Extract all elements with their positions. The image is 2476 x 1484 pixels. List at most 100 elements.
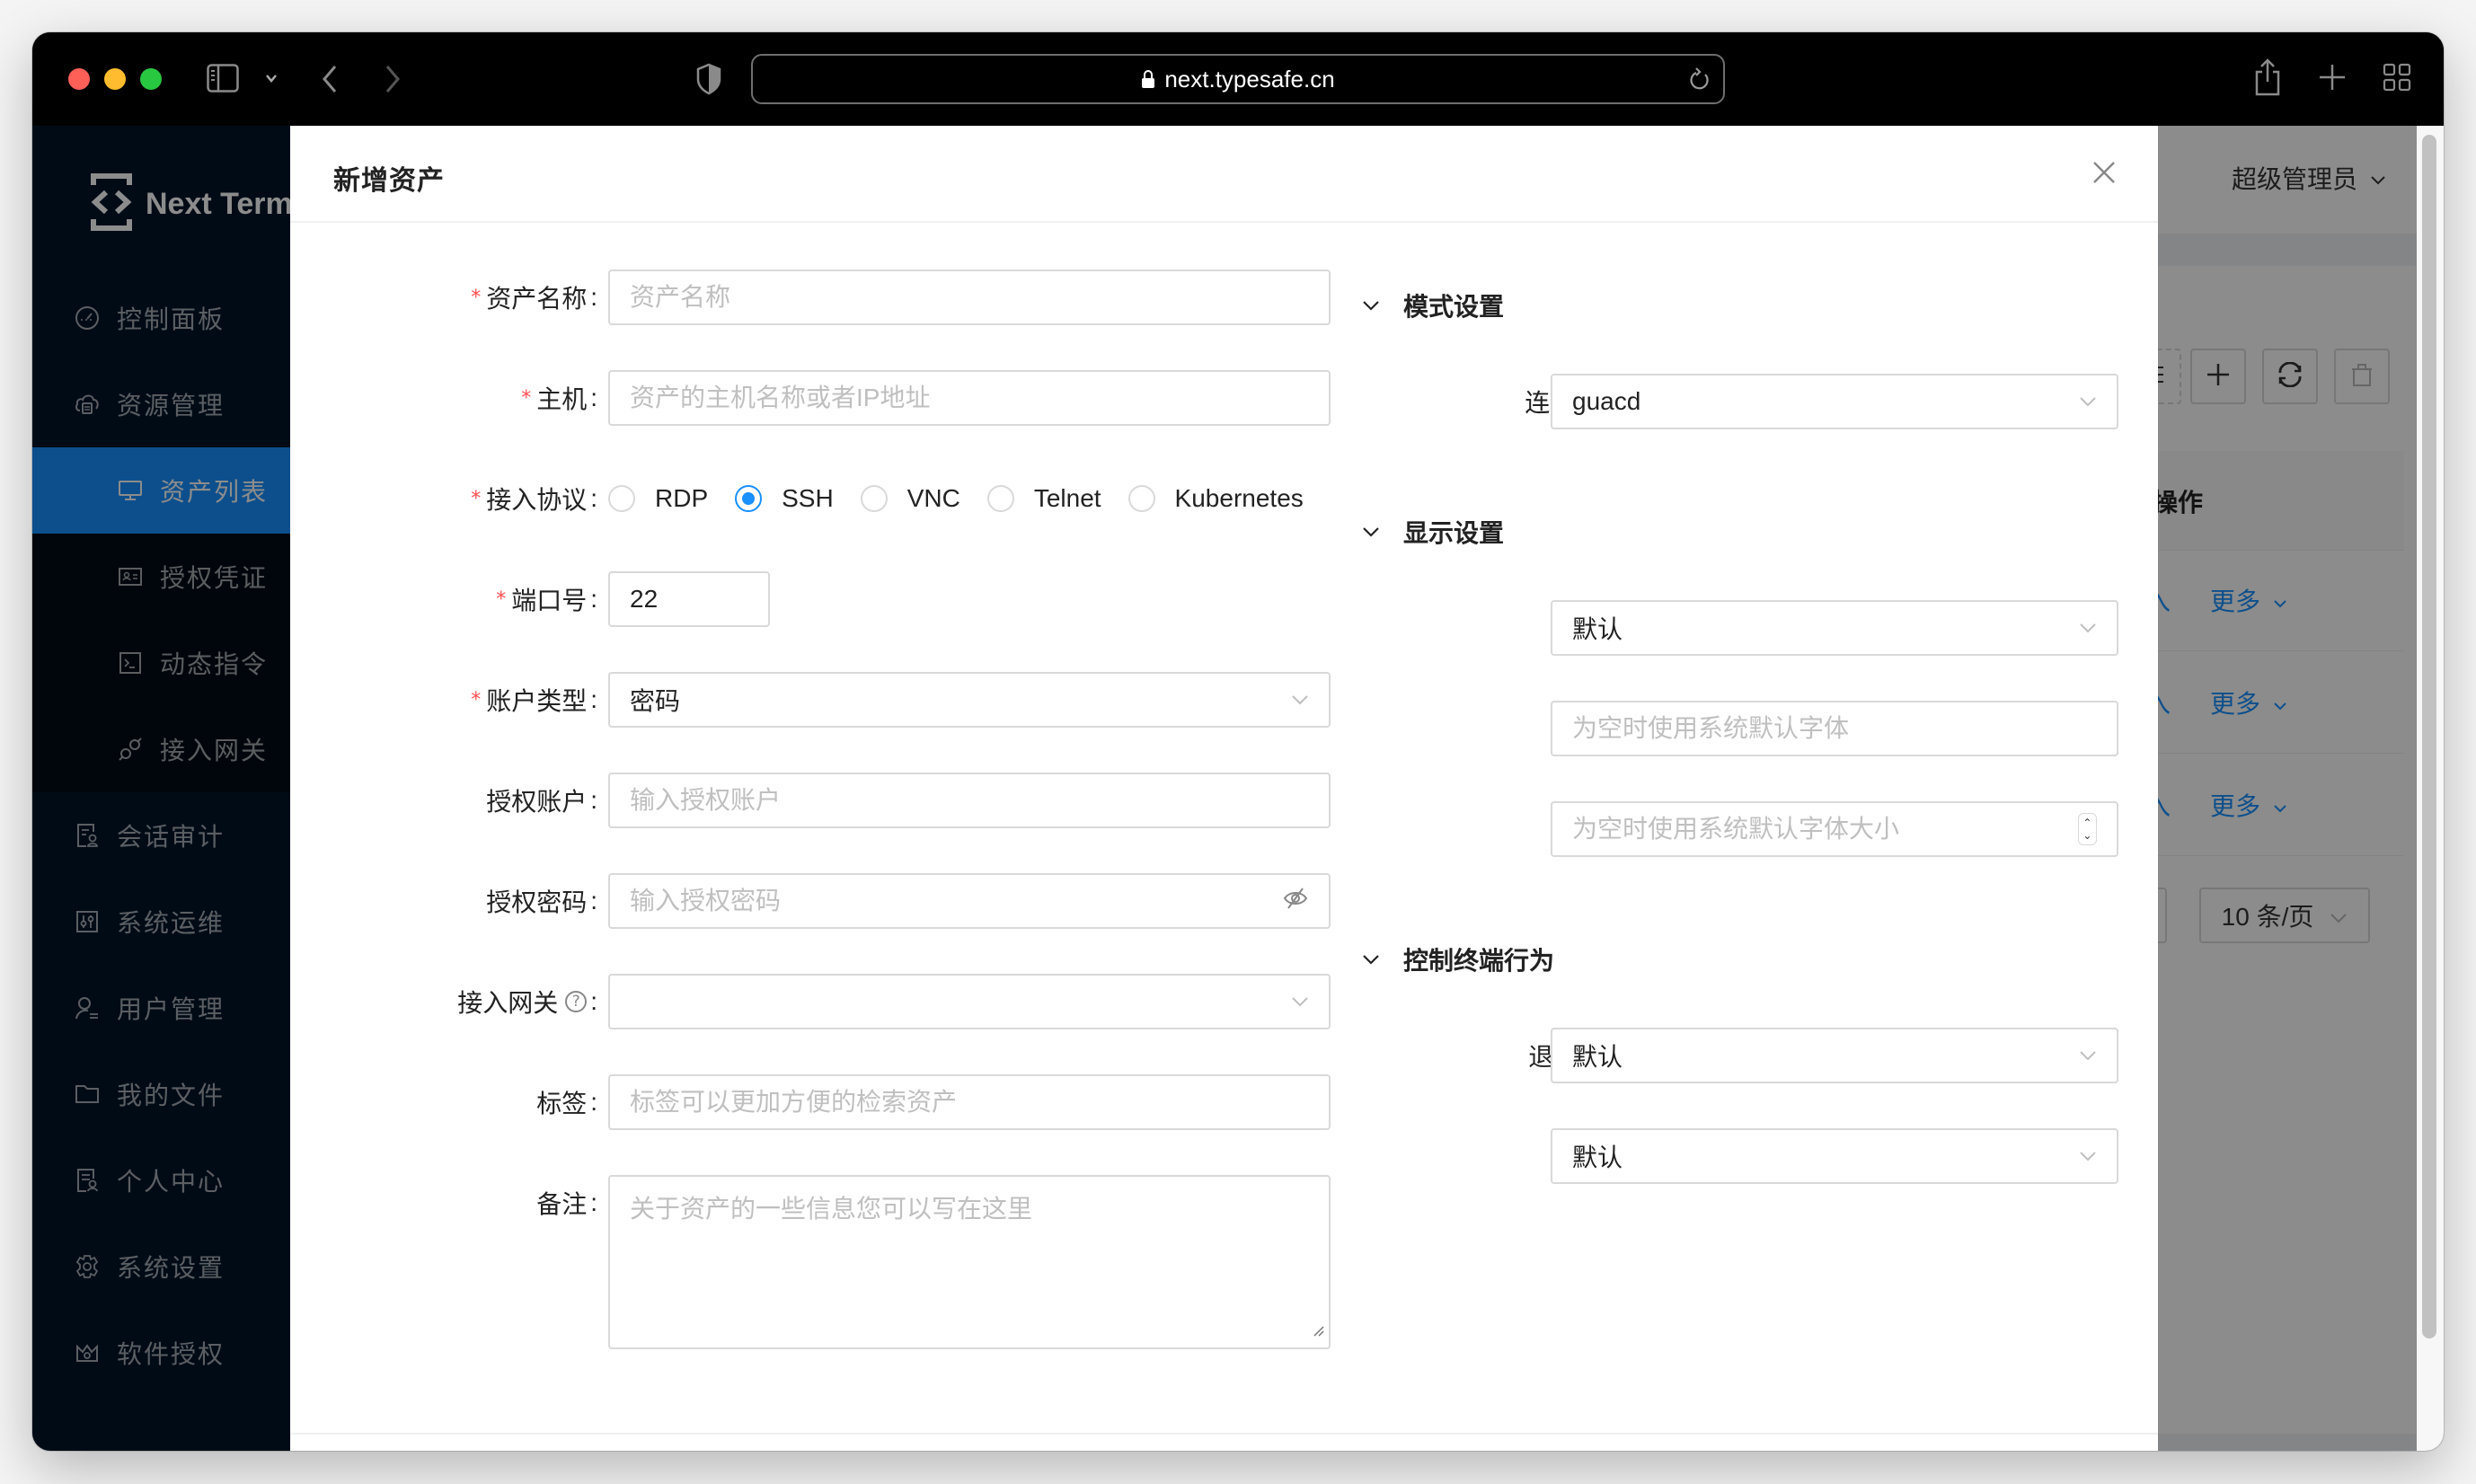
page-scrollbar-thumb[interactable] (2422, 135, 2436, 1338)
account-type-value: 密码 (630, 687, 681, 715)
radio-button[interactable] (986, 485, 1014, 512)
radio-rdp[interactable]: RDP (608, 484, 708, 513)
stepper-down-icon[interactable]: ⌄ (2082, 829, 2091, 842)
host-input[interactable] (608, 370, 1331, 426)
chevron-down-icon (2079, 1050, 2097, 1061)
label-text: 账户类型 (486, 687, 588, 715)
color-scheme-select[interactable]: 默认 (1551, 600, 2118, 656)
close-window-button[interactable] (68, 68, 90, 90)
gateway-label: 接入网关?: (290, 974, 597, 1029)
forward-icon[interactable] (379, 61, 406, 97)
minimize-window-button[interactable] (104, 68, 126, 90)
section-display-settings[interactable]: 显示设置 (1362, 514, 1504, 550)
connect-mode-value: guacd (1572, 387, 1641, 415)
radio-kubernetes[interactable]: Kubernetes (1127, 484, 1304, 513)
label-text: 主机 (536, 385, 588, 413)
back-icon[interactable] (316, 61, 343, 97)
label-text: 标签 (536, 1090, 588, 1117)
port-input[interactable] (608, 571, 770, 627)
chevron-down-icon (2079, 396, 2097, 407)
sidebar-toggle-icon[interactable] (207, 63, 239, 93)
port-field[interactable] (630, 573, 748, 625)
tags-field[interactable] (630, 1076, 1309, 1128)
radio-button[interactable] (860, 485, 888, 512)
close-button[interactable] (2086, 156, 2122, 192)
asset-name-field[interactable] (630, 271, 1309, 323)
asset-name-label: * 资产名称: (290, 269, 597, 325)
browser-window: next.typesafe.cn Next Term 控制面板 资源管理 资产列… (32, 32, 2444, 1451)
radio-label: VNC (906, 484, 960, 512)
radio-button[interactable] (1127, 485, 1155, 512)
account-type-label: * 账户类型: (290, 672, 597, 728)
radio-label: Telnet (1033, 484, 1101, 512)
add-asset-modal: 新增资产 *资产名称: *主机: *接入协议: (290, 126, 2158, 1451)
radio-button[interactable] (608, 485, 635, 512)
label-text: 授权密码 (486, 888, 588, 916)
privacy-shield-icon[interactable] (694, 59, 724, 99)
chevron-down-icon (2079, 623, 2097, 633)
section-terminal-behavior[interactable]: 控制终端行为 (1362, 941, 1554, 977)
label-text: 接入网关 (457, 989, 559, 1017)
backspace-mapping-select[interactable]: 默认 (1551, 1028, 2118, 1083)
reload-icon[interactable] (1689, 66, 1711, 98)
description-textarea[interactable] (608, 1175, 1331, 1349)
zoom-window-button[interactable] (140, 68, 162, 90)
radio-button-checked[interactable] (735, 485, 763, 512)
page: Next Term 控制面板 资源管理 资产列表 授权凭证 动态指令 接入网关 … (32, 126, 2444, 1451)
eye-invisible-icon[interactable] (1282, 885, 1309, 918)
auth-password-field[interactable] (630, 875, 1282, 927)
protocol-radio-group: RDP SSH VNC Telnet Kubernetes (608, 471, 1331, 526)
label-text: 授权账户 (486, 788, 588, 816)
terminal-type-select[interactable]: 默认 (1551, 1128, 2118, 1184)
font-size-input[interactable]: ⌃ ⌄ (1551, 801, 2118, 857)
chevron-down-icon (1362, 526, 1380, 537)
new-tab-icon[interactable] (2314, 59, 2350, 95)
tab-overview-icon[interactable] (2379, 59, 2415, 95)
stepper-up-icon[interactable]: ⌃ (2082, 817, 2091, 829)
asset-name-input[interactable] (608, 269, 1331, 325)
required-mark: * (471, 286, 482, 309)
required-mark: * (496, 587, 507, 611)
question-circle-icon[interactable]: ? (565, 991, 588, 1012)
description-field[interactable] (630, 1189, 1309, 1335)
connect-mode-select[interactable]: guacd (1551, 374, 2118, 429)
section-mode-settings[interactable]: 模式设置 (1362, 287, 1504, 323)
tags-label: 标签: (290, 1074, 597, 1130)
gateway-select[interactable] (608, 974, 1331, 1029)
chevron-down-icon (1291, 694, 1309, 705)
tags-input[interactable] (608, 1074, 1331, 1130)
required-mark: * (471, 688, 482, 711)
host-field[interactable] (630, 372, 1309, 424)
radio-label: RDP (655, 484, 709, 512)
section-title: 显示设置 (1403, 519, 1505, 547)
label-text: 资产名称 (486, 285, 588, 313)
account-type-select[interactable]: 密码 (608, 672, 1331, 728)
chevron-down-icon (1362, 300, 1380, 311)
auth-account-field[interactable] (630, 774, 1309, 826)
share-icon[interactable] (2250, 54, 2286, 101)
backspace-mapping-value: 默认 (1572, 1043, 1623, 1071)
radio-vnc[interactable]: VNC (860, 484, 960, 513)
number-stepper[interactable]: ⌃ ⌄ (2077, 813, 2097, 845)
protocol-label: * 接入协议: (290, 471, 597, 526)
address-bar[interactable]: next.typesafe.cn (751, 54, 1725, 104)
chevron-down-icon[interactable] (262, 66, 280, 90)
resize-handle-icon[interactable] (1313, 1315, 1325, 1344)
font-name-input[interactable] (1551, 701, 2118, 756)
font-name-field[interactable] (1572, 702, 2097, 755)
required-mark: * (521, 386, 532, 410)
modal-header: 新增资产 (290, 126, 2158, 223)
radio-ssh[interactable]: SSH (735, 484, 834, 513)
lock-icon (1141, 69, 1155, 89)
label-text: 接入协议 (486, 486, 588, 514)
auth-account-label: 授权账户: (290, 773, 597, 828)
section-title: 模式设置 (1403, 293, 1505, 321)
radio-label: SSH (782, 484, 834, 512)
auth-password-input[interactable] (608, 873, 1331, 929)
label-text: 备注 (536, 1190, 588, 1218)
close-icon (2092, 161, 2116, 189)
terminal-type-value: 默认 (1572, 1144, 1623, 1171)
font-size-field[interactable] (1572, 803, 2078, 855)
radio-telnet[interactable]: Telnet (986, 484, 1101, 513)
auth-account-input[interactable] (608, 773, 1331, 828)
